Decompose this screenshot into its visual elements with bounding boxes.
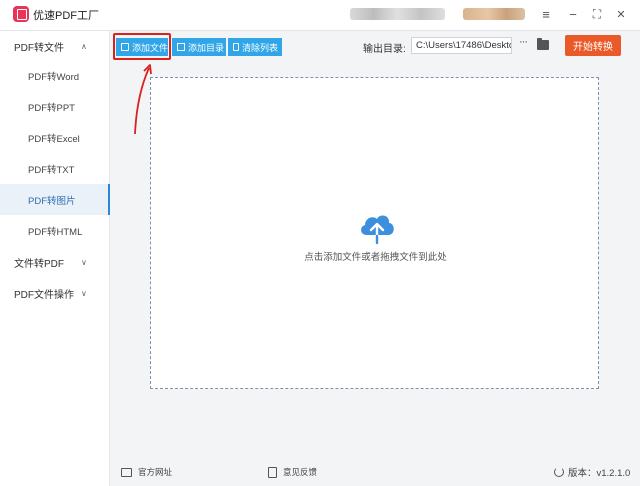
website-icon [121,467,132,477]
sidebar-group-pdf-to-file[interactable]: PDF转文件 ∧ [0,31,110,61]
sidebar-item-pdf-to-word[interactable]: PDF转Word [0,60,110,91]
official-website-link[interactable]: 官方网址 [121,466,172,478]
chevron-down-icon: ∨ [81,288,87,298]
sidebar-group-label: PDF文件操作 [14,289,74,301]
add-folder-label: 添加目录 [188,42,225,53]
app-title: 优速PDF工厂 [33,10,99,22]
start-convert-button[interactable]: 开始转换 [565,35,621,56]
sidebar-item-label: PDF转PPT [28,102,75,114]
sidebar-item-label: PDF转TXT [28,164,75,176]
chevron-up-icon: ∧ [81,41,87,51]
open-folder-icon[interactable] [537,38,549,50]
clear-list-button[interactable]: 清除列表 [228,38,282,56]
sidebar-item-pdf-to-html[interactable]: PDF转HTML [0,215,110,246]
sidebar-group-file-to-pdf[interactable]: 文件转PDF ∨ [0,247,110,277]
sidebar-group-label: 文件转PDF [14,258,64,270]
feedback-link[interactable]: 意见反馈 [268,466,317,478]
sidebar-item-pdf-to-txt[interactable]: PDF转TXT [0,153,110,184]
sidebar-item-label: PDF转Word [28,71,80,83]
sidebar-item-label: PDF转图片 [28,195,76,207]
more-options-button[interactable]: ··· [516,36,530,52]
menu-icon[interactable]: ≡ [536,5,556,23]
close-icon[interactable]: ✕ [611,5,631,23]
cloud-upload-icon [361,215,394,245]
add-folder-button[interactable]: 添加目录 [172,38,226,56]
app-logo-icon [13,6,29,22]
sidebar-group-label: PDF转文件 [14,42,64,54]
annotation-highlight-box [113,33,171,60]
version-info[interactable]: 版本：v1.2.1.0 [554,465,630,479]
sidebar-item-pdf-to-ppt[interactable]: PDF转PPT [0,91,110,122]
refresh-icon [554,467,564,477]
version-label: 版本：v1.2.1.0 [568,468,631,479]
title-bar: 优速PDF工厂 ≡ − ⛶ ✕ [0,0,640,31]
clear-list-label: 清除列表 [242,42,279,53]
sidebar-item-pdf-to-image[interactable]: PDF转图片 [0,184,110,215]
annotation-arrow [134,64,152,135]
sidebar-group-pdf-operations[interactable]: PDF文件操作 ∨ [0,278,110,308]
blurred-user-info [350,8,445,20]
output-path-field[interactable]: C:\Users\17486\Deskto [411,37,512,54]
output-dir-label: 输出目录: [363,44,406,55]
sidebar-item-pdf-to-excel[interactable]: PDF转Excel [0,122,110,153]
file-drop-zone[interactable]: 点击添加文件或者拖拽文件到此处 [150,77,599,389]
feedback-icon [268,466,277,478]
trash-icon [233,43,239,51]
sidebar-item-label: PDF转Excel [28,133,80,145]
official-website-label: 官方网址 [138,467,173,477]
sidebar: PDF转文件 ∧ PDF转Word PDF转PPT PDF转Excel PDF转… [0,31,110,486]
minimize-icon[interactable]: − [563,5,583,23]
feedback-label: 意见反馈 [283,467,318,477]
maximize-icon[interactable]: ⛶ [587,5,607,23]
sidebar-item-label: PDF转HTML [28,226,83,238]
chevron-down-icon: ∨ [81,257,87,267]
drop-zone-hint: 点击添加文件或者拖拽文件到此处 [304,252,447,263]
folder-outline-icon [177,43,185,51]
blurred-account-badge [463,8,525,20]
